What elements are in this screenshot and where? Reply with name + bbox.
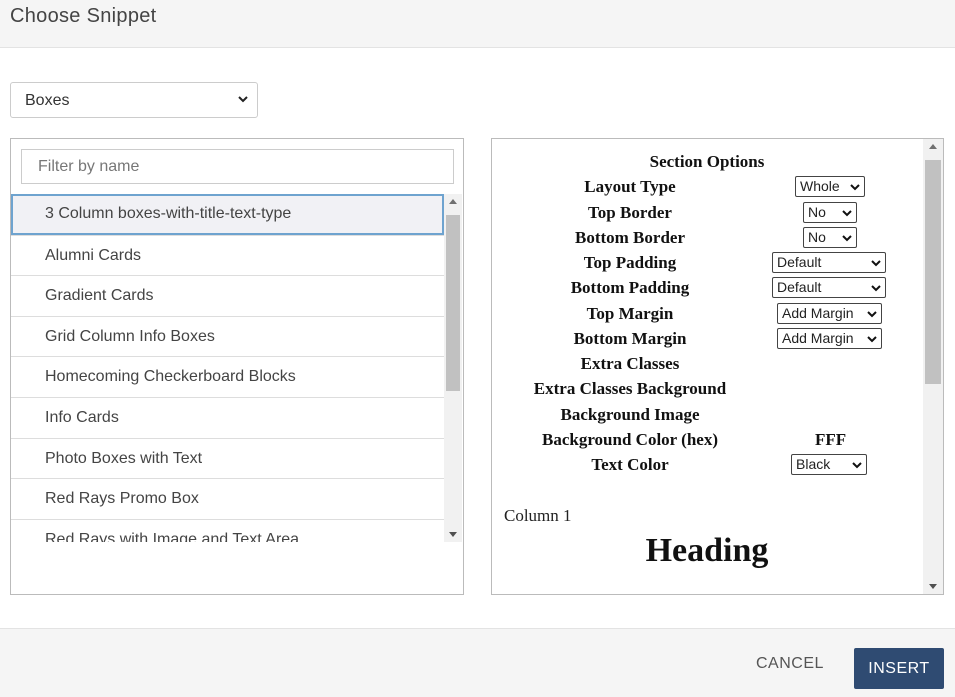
top-padding-select[interactable]: Default — [772, 252, 886, 273]
option-extra-classes: Extra Classes — [492, 352, 922, 377]
snippet-list-scrollbar[interactable] — [444, 194, 462, 542]
select-value: Black — [796, 456, 831, 472]
select-value: Whole — [800, 178, 840, 194]
list-item[interactable]: Photo Boxes with Text — [11, 437, 444, 479]
top-margin-select[interactable]: Add Margin — [777, 303, 882, 324]
option-top-border: Top Border No — [492, 201, 922, 226]
option-background-color: Background Color (hex) FFF — [492, 428, 922, 453]
option-top-margin: Top Margin Add Margin — [492, 302, 922, 327]
list-item[interactable]: Info Cards — [11, 396, 444, 438]
select-value: No — [808, 229, 826, 245]
background-color-value: FFF — [815, 430, 847, 449]
snippet-list: 3 Column boxes-with-title-text-type Alum… — [11, 194, 444, 542]
column-label: Column 1 — [504, 506, 572, 525]
option-label: Top Padding — [583, 253, 677, 272]
chevron-down-icon — [842, 235, 852, 242]
list-item[interactable]: Red Rays Promo Box — [11, 478, 444, 519]
scroll-up-icon[interactable] — [923, 139, 943, 155]
option-label: Bottom Padding — [570, 278, 690, 297]
dialog-header: Choose Snippet — [0, 0, 955, 48]
chevron-down-icon — [842, 210, 852, 217]
option-label: Top Margin — [586, 304, 674, 323]
scrollbar-thumb[interactable] — [925, 160, 941, 384]
chevron-down-icon — [867, 336, 877, 343]
snippet-preview-panel: Section Options Layout Type Whole Top Bo… — [491, 138, 944, 595]
select-value: Default — [777, 254, 822, 270]
option-label: Layout Type — [584, 177, 676, 196]
chevron-down-icon — [850, 184, 860, 191]
option-label: Extra Classes — [580, 354, 680, 373]
select-value: No — [808, 204, 826, 220]
option-label: Extra Classes Background — [533, 379, 727, 398]
scrollbar-thumb[interactable] — [446, 215, 460, 391]
list-item[interactable]: 3 Column boxes-with-title-text-type — [11, 194, 444, 235]
option-background-image: Background Image — [492, 403, 922, 428]
chevron-down-icon — [867, 311, 877, 318]
chevron-down-icon — [238, 96, 248, 103]
scroll-up-icon[interactable] — [444, 194, 462, 210]
insert-button[interactable]: INSERT — [854, 648, 944, 689]
preview-heading: Heading — [645, 532, 769, 569]
filter-input[interactable] — [21, 149, 454, 184]
option-text-color: Text Color Black — [492, 453, 922, 478]
top-border-select[interactable]: No — [803, 202, 857, 223]
category-select-value: Boxes — [25, 92, 70, 109]
option-label: Bottom Margin — [573, 329, 687, 348]
option-label: Bottom Border — [574, 228, 685, 247]
list-item[interactable]: Grid Column Info Boxes — [11, 315, 444, 357]
option-top-padding: Top Padding Default — [492, 251, 922, 276]
dialog-title: Choose Snippet — [10, 5, 157, 27]
snippet-list-panel: 3 Column boxes-with-title-text-type Alum… — [10, 138, 464, 595]
dialog-footer: CANCEL INSERT — [0, 628, 955, 697]
bottom-border-select[interactable]: No — [803, 227, 857, 248]
chevron-down-icon — [852, 462, 862, 469]
select-value: Add Margin — [782, 305, 854, 321]
option-bottom-border: Bottom Border No — [492, 226, 922, 251]
bottom-margin-select[interactable]: Add Margin — [777, 328, 882, 349]
list-item[interactable]: Red Rays with Image and Text Area — [11, 518, 444, 542]
option-label: Text Color — [591, 455, 669, 474]
option-extra-classes-background: Extra Classes Background — [492, 377, 922, 402]
option-bottom-padding: Bottom Padding Default — [492, 276, 922, 301]
chevron-down-icon — [871, 285, 881, 292]
bottom-padding-select[interactable]: Default — [772, 277, 886, 298]
option-label: Background Image — [560, 405, 700, 424]
cancel-button[interactable]: CANCEL — [756, 655, 824, 673]
chevron-down-icon — [871, 260, 881, 267]
preview-content: Section Options Layout Type Whole Top Bo… — [492, 139, 922, 594]
list-item[interactable]: Homecoming Checkerboard Blocks — [11, 356, 444, 397]
option-layout-type: Layout Type Whole — [492, 175, 922, 200]
list-item[interactable]: Gradient Cards — [11, 275, 444, 316]
text-color-select[interactable]: Black — [791, 454, 867, 475]
select-value: Add Margin — [782, 330, 854, 346]
select-value: Default — [777, 279, 822, 295]
list-item[interactable]: Alumni Cards — [11, 234, 444, 276]
section-options-title: Section Options — [649, 152, 765, 171]
scroll-down-icon[interactable] — [444, 526, 462, 542]
option-label: Background Color (hex) — [541, 430, 718, 449]
option-label: Top Border — [588, 203, 672, 222]
scroll-down-icon[interactable] — [923, 578, 943, 594]
layout-type-select[interactable]: Whole — [795, 176, 865, 197]
category-select[interactable]: Boxes — [10, 82, 258, 118]
option-bottom-margin: Bottom Margin Add Margin — [492, 327, 922, 352]
preview-scrollbar[interactable] — [923, 139, 943, 594]
